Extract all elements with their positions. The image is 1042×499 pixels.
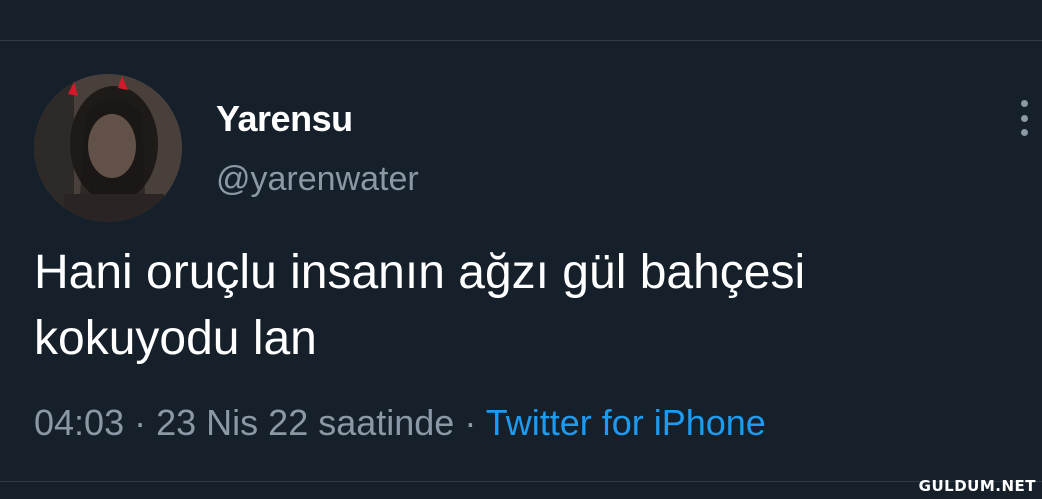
tweet-time[interactable]: 04:03 [34,402,124,443]
top-divider [0,40,1042,41]
meta-separator: · [134,402,147,443]
more-vertical-icon-dot-2 [1020,114,1028,122]
tweet-text: Hani oruçlu insanın ağzı gül bahçesi kok… [34,240,1024,372]
author-handle[interactable]: @yarenwater [216,160,419,199]
bottom-divider [0,481,1042,482]
more-vertical-icon-dot-3 [1020,129,1028,136]
meta-separator-2: · [464,402,477,443]
more-options-button[interactable] [1012,98,1036,138]
author-display-name[interactable]: Yarensu [216,98,353,140]
avatar-photo [34,74,182,222]
tweet-text-line-1: Hani oruçlu insanın ağzı gül bahçesi [34,246,806,299]
watermark: GULDUM.NET [918,477,1036,495]
more-vertical-icon [1020,100,1028,107]
tweet-metadata: 04:03 · 23 Nis 22 saatinde · Twitter for… [34,402,766,444]
tweet-date[interactable]: 23 Nis 22 saatinde [156,402,454,443]
tweet-source-link[interactable]: Twitter for iPhone [486,402,766,443]
avatar[interactable] [34,74,182,222]
tweet-text-line-2: kokuyodu lan [34,312,317,365]
